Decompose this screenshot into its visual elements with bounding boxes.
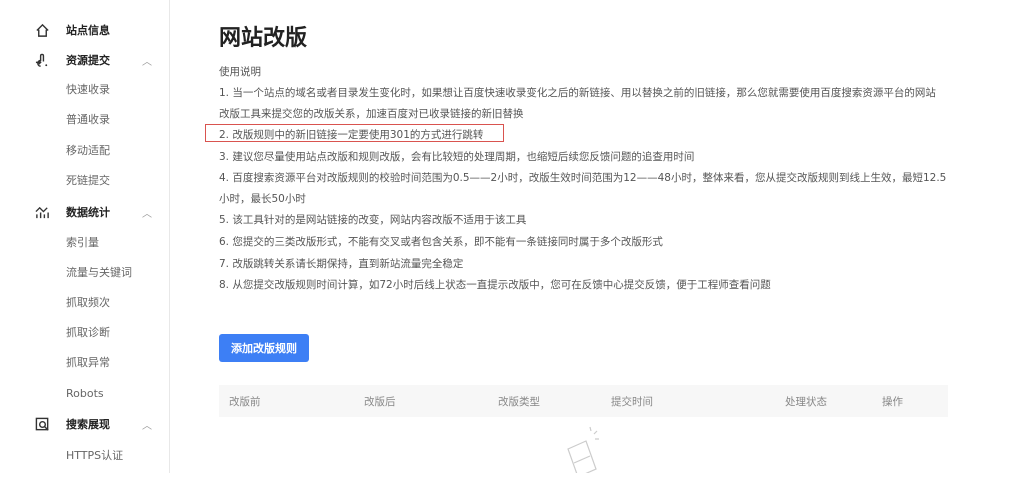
sidebar-item-mobile-adapt[interactable]: 移动适配: [0, 137, 169, 163]
sidebar-item-traffic-keywords[interactable]: 流量与关键词: [0, 259, 169, 285]
column-header-after: 改版后: [364, 396, 396, 408]
sidebar-item-robots[interactable]: Robots: [0, 380, 169, 406]
column-header-before: 改版前: [229, 396, 261, 408]
column-header-actions: 操作: [882, 396, 903, 408]
column-header-type: 改版类型: [498, 396, 540, 408]
sidebar-item-normal-index[interactable]: 普通收录: [0, 106, 169, 132]
instruction-line: 8. 从您提交改版规则时间计算，如72小时后线上状态一直提示改版中，您可在反馈中…: [219, 279, 771, 291]
empty-state-icon: [560, 425, 610, 477]
sidebar-item-crawl-frequency[interactable]: 抓取频次: [0, 289, 169, 315]
search-display-icon: [34, 416, 50, 432]
submit-icon: [34, 52, 50, 68]
sidebar-item-fast-index[interactable]: 快速收录: [0, 76, 169, 102]
sidebar-item-index-volume[interactable]: 索引量: [0, 229, 169, 255]
instruction-line: 小时，最长50小时: [219, 193, 306, 205]
sidebar-item-dead-link[interactable]: 死链提交: [0, 167, 169, 193]
sidebar-item-crawl-errors[interactable]: 抓取异常: [0, 349, 169, 375]
sidebar-item-resource-submit[interactable]: 资源提交 ︿: [0, 47, 169, 73]
chevron-up-icon[interactable]: ︿: [142, 205, 152, 220]
add-rule-button[interactable]: 添加改版规则: [219, 334, 309, 362]
chart-icon: [34, 204, 50, 220]
sidebar-item-search-display[interactable]: 搜索展现 ︿: [0, 411, 169, 437]
column-header-submit-time: 提交时间: [611, 396, 653, 408]
instructions-heading: 使用说明: [219, 66, 261, 78]
instruction-line: 4. 百度搜索资源平台对改版规则的校验时间范围为0.5——2小时，改版生效时间范…: [219, 172, 947, 184]
sidebar-item-site-info[interactable]: 站点信息: [0, 17, 169, 43]
sidebar-item-data-stats[interactable]: 数据统计 ︿: [0, 199, 169, 225]
instruction-line: 6. 您提交的三类改版形式，不能有交叉或者包含关系，即不能有一条链接同时属于多个…: [219, 236, 663, 248]
instruction-line: 5. 该工具针对的是网站链接的改变，网站内容改版不适用于该工具: [219, 214, 527, 226]
instruction-line: 改版工具来提交您的改版关系，加速百度对已收录链接的新旧替换: [219, 108, 524, 120]
chevron-up-icon[interactable]: ︿: [142, 417, 152, 432]
sidebar-item-crawl-diagnosis[interactable]: 抓取诊断: [0, 319, 169, 345]
sidebar: 站点信息 资源提交 ︿ 快速收录 普通收录 移动适配 死链提交 数据统计 ︿ 索…: [0, 0, 170, 473]
highlight-box: [205, 124, 504, 142]
instruction-line: 7. 改版跳转关系请长期保持，直到新站流量完全稳定: [219, 258, 464, 270]
instruction-line: 3. 建议您尽量使用站点改版和规则改版，会有比较短的处理周期，也缩短后续您反馈问…: [219, 151, 695, 163]
table-header: 改版前 改版后 改版类型 提交时间 处理状态 操作: [219, 385, 948, 417]
chevron-up-icon[interactable]: ︿: [142, 53, 152, 68]
home-icon: [34, 22, 50, 38]
sidebar-item-https[interactable]: HTTPS认证: [0, 442, 169, 468]
column-header-status: 处理状态: [785, 396, 827, 408]
page-title: 网站改版: [219, 26, 308, 51]
instruction-line: 1. 当一个站点的域名或者目录发生变化时，如果想让百度快速收录变化之后的新链接、…: [219, 87, 936, 99]
